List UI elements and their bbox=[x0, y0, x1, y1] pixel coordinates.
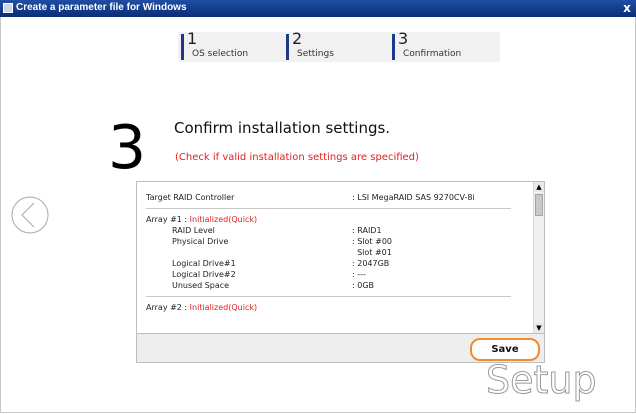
logical-drive-1-row: Logical Drive#1 : 2047GB bbox=[146, 258, 532, 269]
step-number: 3 bbox=[398, 29, 409, 48]
summary-content: Target RAID Controller : LSI MegaRAID SA… bbox=[146, 192, 532, 313]
page-subtitle: (Check if valid installation settings ar… bbox=[175, 152, 419, 163]
controller-row: Target RAID Controller : LSI MegaRAID SA… bbox=[146, 192, 532, 203]
controller-label: Target RAID Controller bbox=[146, 193, 235, 202]
physical-drive-label: Physical Drive bbox=[172, 237, 229, 246]
logical-drive-1-label: Logical Drive#1 bbox=[172, 259, 236, 268]
step-indicator: 1 OS selection 2 Settings 3 Confirmation bbox=[178, 29, 500, 62]
logical-drive-1-value: : 2047GB bbox=[352, 259, 390, 268]
physical-drive-value: : Slot #00 bbox=[352, 237, 392, 246]
raid-level-label: RAID Level bbox=[172, 226, 215, 235]
raid-level-row: RAID Level : RAID1 bbox=[146, 225, 532, 236]
scroll-up-icon[interactable]: ▲ bbox=[534, 182, 544, 192]
array-1-title: Array #1 : Initialized(Quick) bbox=[146, 214, 257, 225]
window-title: Create a parameter file for Windows bbox=[16, 2, 187, 13]
logical-drive-2-row: Logical Drive#2 : --- bbox=[146, 269, 532, 280]
step-number: 1 bbox=[187, 29, 198, 48]
array-2-header: Array #2 : Initialized(Quick) bbox=[146, 302, 532, 313]
scrollbar-thumb[interactable] bbox=[535, 194, 543, 216]
physical-drive-row-2: Slot #01 bbox=[146, 247, 532, 258]
physical-drive-row: Physical Drive : Slot #00 bbox=[146, 236, 532, 247]
app-window: Create a parameter file for Windows x 1 … bbox=[0, 0, 636, 414]
title-bar: Create a parameter file for Windows x bbox=[0, 0, 636, 17]
settings-summary-panel[interactable]: Target RAID Controller : LSI MegaRAID SA… bbox=[136, 181, 545, 334]
array-2-title: Array #2 : Initialized(Quick) bbox=[146, 302, 257, 313]
physical-drive-value-2: Slot #01 bbox=[352, 248, 392, 257]
step-marker bbox=[286, 34, 289, 60]
array-1-status: Initialized(Quick) bbox=[189, 215, 258, 224]
step-number: 2 bbox=[292, 29, 303, 48]
logical-drive-2-label: Logical Drive#2 bbox=[172, 270, 236, 279]
divider bbox=[146, 296, 511, 297]
vertical-scrollbar[interactable]: ▲ ▼ bbox=[533, 182, 544, 333]
step-label: OS selection bbox=[192, 49, 249, 59]
controller-value: : LSI MegaRAID SAS 9270CV-8i bbox=[352, 193, 475, 202]
step-marker bbox=[392, 34, 395, 60]
setup-logo: Setup bbox=[486, 358, 598, 402]
unused-space-label: Unused Space bbox=[172, 281, 230, 290]
app-icon bbox=[3, 3, 13, 13]
back-arrow-icon[interactable] bbox=[10, 195, 50, 235]
divider bbox=[146, 208, 511, 209]
array-1-header: Array #1 : Initialized(Quick) bbox=[146, 214, 532, 225]
page-title: Confirm installation settings. bbox=[174, 119, 391, 137]
step-marker bbox=[181, 34, 184, 60]
array-1-prefix: Array #1 : bbox=[146, 215, 190, 224]
scroll-down-icon[interactable]: ▼ bbox=[534, 323, 544, 333]
step-big-number: 3 bbox=[108, 113, 147, 183]
action-bar: Save bbox=[136, 333, 545, 363]
step-label: Confirmation bbox=[403, 49, 462, 59]
logical-drive-2-value: : --- bbox=[352, 270, 366, 279]
step-label: Settings bbox=[297, 49, 334, 59]
unused-space-value: : 0GB bbox=[352, 281, 375, 290]
array-2-status: Initialized(Quick) bbox=[189, 303, 258, 312]
raid-level-value: : RAID1 bbox=[352, 226, 382, 235]
close-icon[interactable]: x bbox=[620, 1, 634, 15]
array-2-prefix: Array #2 : bbox=[146, 303, 190, 312]
unused-space-row: Unused Space : 0GB bbox=[146, 280, 532, 291]
